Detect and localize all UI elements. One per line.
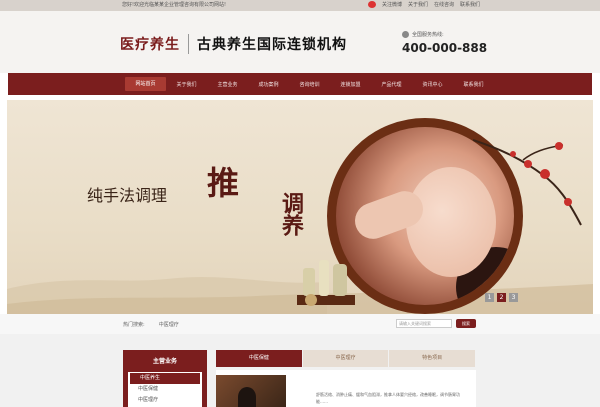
- top-link-about[interactable]: 关于我们: [408, 1, 428, 8]
- search-input[interactable]: 请输入关键词搜索: [396, 319, 452, 328]
- nav-item-training[interactable]: 咨询培训: [289, 81, 330, 88]
- welcome-text: 您好!欢迎光临某某企业管理咨询有限公司网站!: [122, 2, 227, 8]
- banner-text-vertical: 调养: [278, 192, 304, 236]
- top-link-consult[interactable]: 在线咨询: [434, 1, 454, 8]
- logo-divider: [188, 34, 189, 54]
- sidebar-item-care[interactable]: 中医保健: [128, 384, 202, 395]
- nav-item-business[interactable]: 主营业务: [207, 81, 248, 88]
- hot-search: 热门搜索: 中医理疗: [123, 321, 179, 328]
- search-button[interactable]: 搜索: [456, 319, 476, 328]
- hotline-number: 400-000-888: [402, 41, 488, 55]
- tab-therapy[interactable]: 中医理疗: [302, 350, 389, 367]
- content-description: 舒筋活络、消肿止痛、缓和气血阻滞，推拿人体要穴经络，改善睡眠，调节肠胃功能……: [316, 392, 460, 404]
- hot-search-label: 热门搜索:: [123, 322, 145, 328]
- hot-search-item[interactable]: 中医理疗: [159, 322, 179, 328]
- nav-item-home[interactable]: 网站首页: [125, 77, 166, 91]
- tab-care[interactable]: 中医保健: [216, 350, 302, 367]
- top-links: 关注微博 关于我们 在线咨询 联系我们: [367, 1, 480, 8]
- weibo-icon[interactable]: [367, 1, 376, 8]
- sidebar-item-therapy[interactable]: 中医理疗: [128, 395, 202, 406]
- hotline: 全国服务热线: 400-000-888: [402, 31, 487, 55]
- sidebar-item-health[interactable]: 中医养生: [130, 373, 200, 384]
- nav-item-contact[interactable]: 联系我们: [453, 81, 494, 88]
- phone-icon: [402, 31, 409, 38]
- hotline-label: 全国服务热线:: [412, 32, 444, 38]
- content-tabs: 中医保健 中医理疗 特色项目: [216, 350, 476, 367]
- nav-item-franchise[interactable]: 连锁加盟: [330, 81, 371, 88]
- search-bar: 热门搜索: 中医理疗 请输入关键词搜索 搜索: [0, 314, 600, 334]
- logo[interactable]: 医疗养生 古典养生国际连锁机构: [120, 34, 347, 54]
- pager-2[interactable]: 2: [497, 293, 506, 302]
- tab-special[interactable]: 特色项目: [389, 350, 476, 367]
- top-bar: 您好!欢迎光临某某企业管理咨询有限公司网站! 关注微博 关于我们 在线咨询 联系…: [0, 0, 600, 11]
- top-link-weibo[interactable]: 关注微博: [382, 1, 402, 8]
- main-nav: 网站首页 关于我们 主营业务 成功案例 咨询培训 连锁加盟 产品代理 资讯中心 …: [8, 73, 592, 95]
- business-sidebar: 主营业务 中医养生 中医保健 中医理疗: [123, 350, 207, 407]
- oil-bottles-graphic: [297, 260, 355, 306]
- nav-item-products[interactable]: 产品代理: [371, 81, 412, 88]
- plum-blossom-graphic: [473, 139, 582, 226]
- pager-3[interactable]: 3: [509, 293, 518, 302]
- header: 医疗养生 古典养生国际连锁机构 全国服务热线: 400-000-888: [0, 11, 600, 73]
- top-link-contact[interactable]: 联系我们: [460, 1, 480, 8]
- slogan: 古典养生国际连锁机构: [197, 37, 347, 53]
- nav-item-cases[interactable]: 成功案例: [248, 81, 289, 88]
- nav-item-news[interactable]: 资讯中心: [412, 81, 453, 88]
- sidebar-list: 中医养生 中医保健 中医理疗: [128, 372, 202, 407]
- hero-banner[interactable]: 纯手法调理 推 调养 1 2 3: [7, 100, 593, 314]
- banner-text-main: 纯手法调理: [87, 186, 168, 205]
- carousel-pager: 1 2 3: [485, 293, 518, 302]
- brand-name: 医疗养生: [120, 37, 180, 53]
- banner-text-big: 推: [207, 164, 240, 202]
- content-thumbnail[interactable]: [216, 375, 286, 407]
- nav-item-about[interactable]: 关于我们: [166, 81, 207, 88]
- pager-1[interactable]: 1: [485, 293, 494, 302]
- sidebar-title: 主营业务: [152, 358, 177, 365]
- person-shape: [238, 387, 256, 407]
- tab-content: 舒筋活络、消肿止痛、缓和气血阻滞，推拿人体要穴经络，改善睡眠，调节肠胃功能……: [216, 370, 476, 407]
